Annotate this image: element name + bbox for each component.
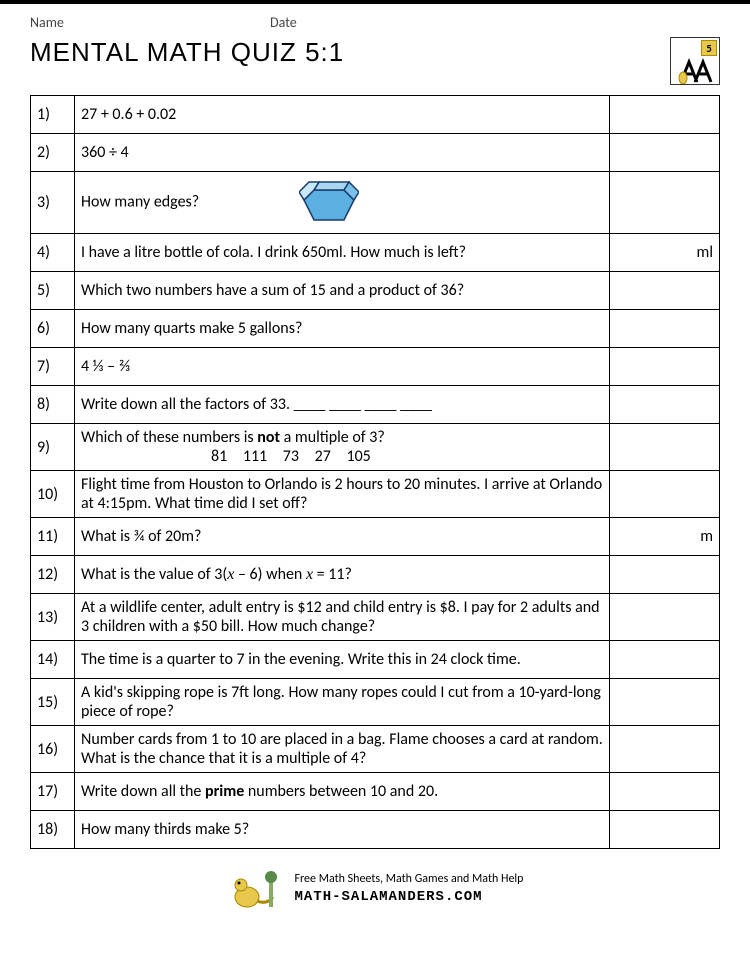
question-row: 16)Number cards from 1 to 10 are placed … xyxy=(31,726,720,773)
question-row: 15)A kid's skipping rope is 7ft long. Ho… xyxy=(31,679,720,726)
question-text: A kid's skipping rope is 7ft long. How m… xyxy=(75,679,610,726)
question-row: 5)Which two numbers have a sum of 15 and… xyxy=(31,272,720,310)
hexagonal-prism-icon xyxy=(299,176,359,229)
question-number: 3) xyxy=(31,172,75,234)
footer-tagline: Free Math Sheets, Math Games and Math He… xyxy=(295,871,524,888)
question-number: 5) xyxy=(31,272,75,310)
question-row: 14)The time is a quarter to 7 in the eve… xyxy=(31,641,720,679)
question-row: 11)What is ¾ of 20m?m xyxy=(31,518,720,556)
answer-cell[interactable] xyxy=(610,773,720,811)
footer-salamander-icon xyxy=(227,867,283,911)
question-text: Number cards from 1 to 10 are placed in … xyxy=(75,726,610,773)
answer-cell[interactable] xyxy=(610,96,720,134)
footer-site: MATH-SALAMANDERS.COM xyxy=(295,888,524,908)
question-number: 11) xyxy=(31,518,75,556)
question-text: Flight time from Houston to Orlando is 2… xyxy=(75,471,610,518)
question-text: Write down all the factors of 33. ____ _… xyxy=(75,386,610,424)
question-text: Which two numbers have a sum of 15 and a… xyxy=(75,272,610,310)
question-number: 6) xyxy=(31,310,75,348)
question-text: 360 ÷ 4 xyxy=(75,134,610,172)
question-row: 3)How many edges? xyxy=(31,172,720,234)
logo-icon xyxy=(675,54,715,84)
answer-cell[interactable] xyxy=(610,811,720,849)
question-number: 13) xyxy=(31,594,75,641)
question-text: How many quarts make 5 gallons? xyxy=(75,310,610,348)
question-text: 27 + 0.6 + 0.02 xyxy=(75,96,610,134)
question-row: 8)Write down all the factors of 33. ____… xyxy=(31,386,720,424)
worksheet-title: MENTAL MATH QUIZ 5:1 xyxy=(30,37,344,68)
answer-cell[interactable] xyxy=(610,310,720,348)
date-label: Date xyxy=(270,14,720,31)
answer-cell[interactable] xyxy=(610,134,720,172)
answer-cell[interactable] xyxy=(610,726,720,773)
answer-cell[interactable] xyxy=(610,386,720,424)
footer: Free Math Sheets, Math Games and Math He… xyxy=(30,867,720,911)
question-number: 12) xyxy=(31,556,75,594)
footer-text: Free Math Sheets, Math Games and Math He… xyxy=(295,871,524,907)
answer-cell[interactable] xyxy=(610,172,720,234)
question-row: 4)I have a litre bottle of cola. I drink… xyxy=(31,234,720,272)
question-text: At a wildlife center, adult entry is $12… xyxy=(75,594,610,641)
question-text: Write down all the prime numbers between… xyxy=(75,773,610,811)
question-text: What is ¾ of 20m? xyxy=(75,518,610,556)
header-row: Name Date xyxy=(30,14,720,31)
question-number: 17) xyxy=(31,773,75,811)
question-number: 14) xyxy=(31,641,75,679)
answer-cell[interactable] xyxy=(610,272,720,310)
answer-cell[interactable] xyxy=(610,348,720,386)
salamander-logo: 5 xyxy=(670,37,720,85)
quiz-table: 1)27 + 0.6 + 0.022)360 ÷ 43)How many edg… xyxy=(30,95,720,849)
question-text: 4 ⅓ – ⅔ xyxy=(75,348,610,386)
question-number: 18) xyxy=(31,811,75,849)
name-label: Name xyxy=(30,14,270,31)
question-row: 9)Which of these numbers is not a multip… xyxy=(31,424,720,471)
question-row: 1)27 + 0.6 + 0.02 xyxy=(31,96,720,134)
question-number: 9) xyxy=(31,424,75,471)
question-row: 7)4 ⅓ – ⅔ xyxy=(31,348,720,386)
answer-cell[interactable] xyxy=(610,471,720,518)
question-number: 10) xyxy=(31,471,75,518)
answer-cell[interactable]: ml xyxy=(610,234,720,272)
answer-cell[interactable]: m xyxy=(610,518,720,556)
question-number: 1) xyxy=(31,96,75,134)
question-number: 2) xyxy=(31,134,75,172)
grade-badge: 5 xyxy=(701,40,717,56)
title-row: MENTAL MATH QUIZ 5:1 5 xyxy=(30,37,720,85)
answer-cell[interactable] xyxy=(610,594,720,641)
question-number: 7) xyxy=(31,348,75,386)
question-text: Which of these numbers is not a multiple… xyxy=(75,424,610,471)
question-text: What is the value of 3(x – 6) when x = 1… xyxy=(75,556,610,594)
answer-cell[interactable] xyxy=(610,641,720,679)
question-row: 6)How many quarts make 5 gallons? xyxy=(31,310,720,348)
answer-cell[interactable] xyxy=(610,679,720,726)
question-row: 13)At a wildlife center, adult entry is … xyxy=(31,594,720,641)
question-row: 17)Write down all the prime numbers betw… xyxy=(31,773,720,811)
question-number: 15) xyxy=(31,679,75,726)
question-text: The time is a quarter to 7 in the evenin… xyxy=(75,641,610,679)
question-number: 16) xyxy=(31,726,75,773)
question-row: 18)How many thirds make 5? xyxy=(31,811,720,849)
question-number: 4) xyxy=(31,234,75,272)
question-text: I have a litre bottle of cola. I drink 6… xyxy=(75,234,610,272)
question-row: 12)What is the value of 3(x – 6) when x … xyxy=(31,556,720,594)
answer-cell[interactable] xyxy=(610,556,720,594)
question-row: 10)Flight time from Houston to Orlando i… xyxy=(31,471,720,518)
worksheet-page: Name Date MENTAL MATH QUIZ 5:1 5 1)27 + … xyxy=(0,0,750,921)
question-text: How many thirds make 5? xyxy=(75,811,610,849)
question-row: 2)360 ÷ 4 xyxy=(31,134,720,172)
answer-cell[interactable] xyxy=(610,424,720,471)
question-text: How many edges? xyxy=(75,172,610,234)
question-number: 8) xyxy=(31,386,75,424)
